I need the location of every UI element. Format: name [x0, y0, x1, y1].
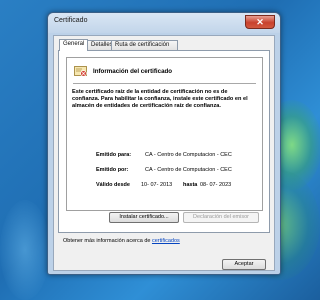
valid-to-label: hasta [183, 182, 198, 188]
issued-to-label: Emitido para: [96, 152, 132, 158]
certificate-warning-icon [74, 66, 87, 77]
certificate-info-box: Información del certificado Este certifi… [66, 57, 263, 211]
issuer-statement-button[interactable]: Declaración del emisor [183, 212, 259, 223]
issued-to-value: CA - Centro de Computacion - CEC [145, 152, 232, 158]
tab-certification-path[interactable]: Ruta de certificación [111, 40, 178, 50]
wallpaper-glow [0, 200, 50, 300]
certificate-dialog: Certificado ✕ General Detalles Ruta de c… [47, 12, 281, 275]
title-bar[interactable]: Certificado ✕ [48, 13, 280, 33]
close-button[interactable]: ✕ [245, 15, 275, 29]
learn-more-prefix: Obtener más información acerca de [63, 238, 151, 244]
valid-to-value: 08- 07- 2023 [200, 182, 232, 188]
issued-by-value: CA - Centro de Computacion - CEC [145, 167, 232, 173]
ok-button[interactable]: Aceptar [222, 259, 266, 270]
general-tab-panel: Información del certificado Este certifi… [58, 50, 270, 233]
certificates-link[interactable]: certificados [152, 238, 180, 244]
issued-by-label: Emitido por: [96, 167, 129, 173]
divider [73, 83, 256, 84]
info-heading: Información del certificado [93, 68, 173, 75]
learn-more-text: Obtener más información acerca de certif… [63, 238, 180, 244]
valid-from-value: 10- 07- 2013 [141, 182, 173, 188]
close-icon: ✕ [256, 17, 264, 27]
install-certificate-button[interactable]: Instalar certificado... [109, 212, 179, 223]
valid-from-label: Válido desde [96, 182, 130, 188]
dialog-body: General Detalles Ruta de certificación I… [53, 35, 275, 271]
certificate-purpose-text: Este certificado raíz de la entidad de c… [72, 89, 248, 109]
tab-general[interactable]: General [59, 39, 88, 51]
tab-details[interactable]: Detalles [87, 40, 113, 50]
window-title: Certificado [54, 17, 88, 24]
